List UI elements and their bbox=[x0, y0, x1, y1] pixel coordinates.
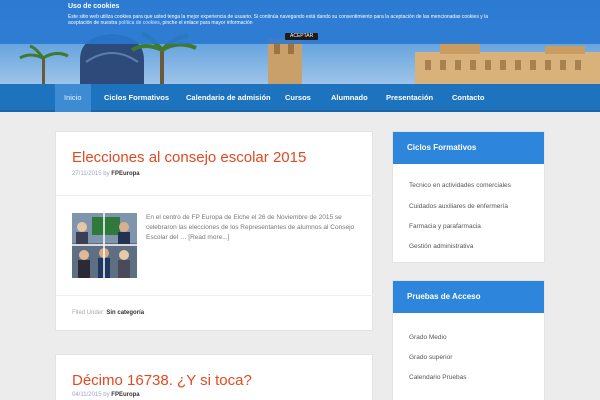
sidebar-link[interactable]: Gestión administrativa bbox=[409, 243, 473, 250]
nav-item-calendario-admision[interactable]: Calendario de admisión bbox=[186, 84, 271, 112]
post-excerpt: En el centro de FP Europa de Elche el 26… bbox=[146, 213, 358, 243]
main-nav: Inicio Ciclos Formativos Calendario de a… bbox=[0, 84, 600, 112]
post-meta: 04/11/2015 by FPEuropa bbox=[72, 392, 140, 398]
sidebar-link[interactable]: Farmacia y parafarmacia bbox=[409, 223, 481, 230]
post-meta: 27/11/2015 by FPEuropa bbox=[72, 171, 140, 177]
widget-title: Ciclos Formativos bbox=[393, 132, 544, 164]
nav-item-presentacion[interactable]: Presentación bbox=[386, 84, 433, 112]
widget-title: Pruebas de Acceso bbox=[393, 281, 544, 313]
cookie-title: Uso de cookies bbox=[68, 3, 120, 10]
nav-item-contacto[interactable]: Contacto bbox=[452, 84, 485, 112]
sidebar-link[interactable]: Grado Medio bbox=[409, 334, 447, 341]
cookie-notice: Uso de cookies Este sitio web utiliza co… bbox=[0, 0, 600, 44]
nav-item-ciclos-formativos[interactable]: Ciclos Formativos bbox=[104, 84, 169, 112]
post-category-link[interactable]: Sin categoría bbox=[106, 310, 144, 316]
post-card: Décimo 16738. ¿Y si toca? 04/11/2015 by … bbox=[55, 354, 373, 400]
sidebar-widget-pruebas: Pruebas de Acceso Grado Medio Grado supe… bbox=[392, 280, 545, 400]
post-date: 04/11/2015 bbox=[72, 392, 102, 398]
sidebar-link[interactable]: Cuidados auxiliares de enfermería bbox=[409, 203, 508, 210]
nav-item-alumnado[interactable]: Alumnado bbox=[331, 84, 368, 112]
sidebar-link[interactable]: Grado superior bbox=[409, 354, 452, 361]
post-title[interactable]: Décimo 16738. ¿Y si toca? bbox=[72, 372, 252, 389]
filed-under-label: Filed Under: bbox=[72, 310, 105, 316]
post-date: 27/11/2015 bbox=[72, 171, 102, 177]
post-author[interactable]: FPEuropa bbox=[111, 171, 139, 177]
thumbnail-photo bbox=[72, 213, 137, 278]
post-excerpt-text: En el centro de FP Europa de Elche el 26… bbox=[146, 214, 355, 241]
cookie-text: Este sitio web utiliza cookies para que … bbox=[68, 14, 488, 26]
sidebar-link[interactable]: Calendario Pruebas bbox=[409, 374, 466, 381]
post-author[interactable]: FPEuropa bbox=[111, 392, 139, 398]
divider bbox=[56, 295, 374, 296]
nav-item-cursos[interactable]: Cursos bbox=[285, 84, 311, 112]
post-title[interactable]: Elecciones al consejo escolar 2015 bbox=[72, 149, 306, 166]
post-thumbnail[interactable] bbox=[72, 213, 137, 278]
divider bbox=[56, 195, 374, 196]
post-by: by bbox=[103, 171, 110, 177]
post-filed-under: Filed Under: Sin categoría bbox=[72, 310, 144, 316]
cookie-accept-button[interactable]: ACEPTAR bbox=[285, 33, 319, 40]
sidebar-widget-ciclos: Ciclos Formativos Tecnico en actividades… bbox=[392, 131, 545, 263]
read-more-link[interactable]: [Read more...] bbox=[188, 234, 229, 241]
post-by: by bbox=[103, 392, 110, 398]
sidebar-link[interactable]: Tecnico en actividades comerciales bbox=[409, 182, 511, 189]
nav-item-inicio[interactable]: Inicio bbox=[55, 84, 91, 112]
header-banner: Uso de cookies Este sitio web utiliza co… bbox=[0, 0, 600, 84]
cookie-policy-link[interactable]: política de cookies bbox=[119, 20, 160, 26]
post-card: Elecciones al consejo escolar 2015 27/11… bbox=[55, 131, 374, 331]
cookie-text-end: , pinche el enlace para mayor informació… bbox=[159, 20, 253, 26]
